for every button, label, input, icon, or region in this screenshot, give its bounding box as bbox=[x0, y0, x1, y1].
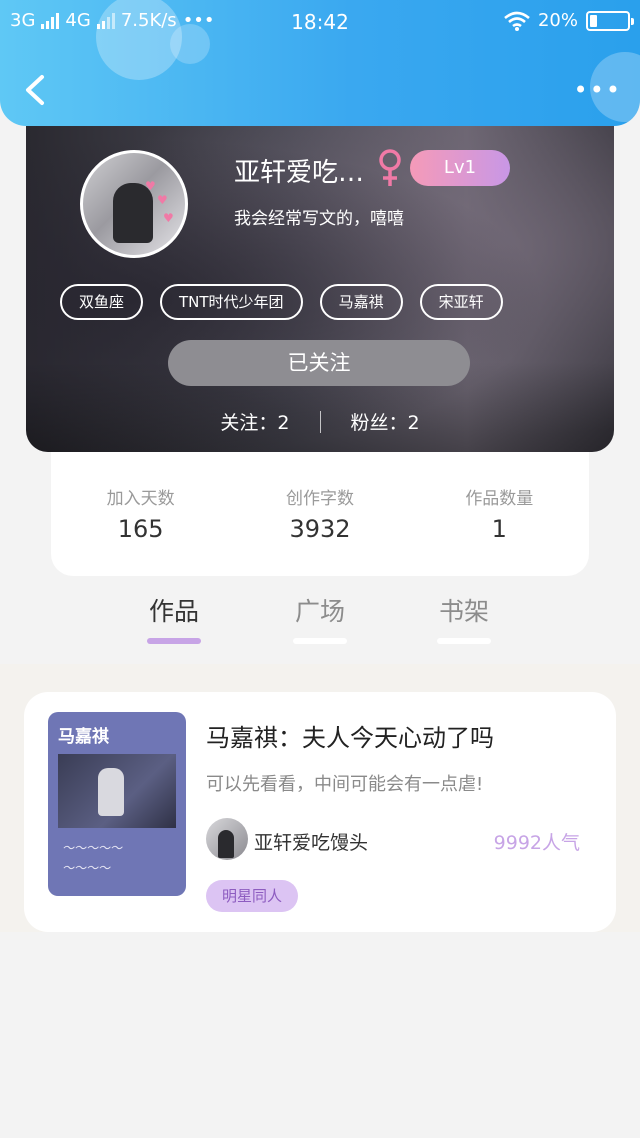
stat-word-count: 创作字数 3932 bbox=[230, 452, 409, 576]
tab-works[interactable]: 作品 bbox=[134, 592, 214, 644]
header: 3G 4G 7.5K/s ••• 18:42 20% ••• bbox=[0, 0, 640, 126]
work-description: 可以先看看，中间可能会有一点虐! bbox=[206, 774, 484, 795]
female-icon bbox=[379, 149, 401, 186]
battery-percent: 20% bbox=[537, 10, 578, 31]
stats-card: 加入天数 165 创作字数 3932 作品数量 1 bbox=[51, 452, 589, 576]
wifi-icon bbox=[504, 11, 530, 31]
tab-indicator bbox=[437, 638, 491, 644]
tab-label: 书架 bbox=[438, 597, 489, 626]
author-name[interactable]: 亚轩爱吃馒头 bbox=[254, 828, 368, 855]
stat-work-count: 作品数量 1 bbox=[410, 452, 589, 576]
chevron-left-icon[interactable] bbox=[22, 74, 48, 106]
book-cover[interactable]: 马嘉祺 ～～～～～ ～～～～ bbox=[48, 712, 186, 896]
cover-script: ～～～～～ ～～～～ bbox=[62, 841, 123, 875]
nav-bar: ••• bbox=[0, 60, 640, 120]
tab-indicator bbox=[293, 638, 347, 644]
stat-label: 加入天数 bbox=[106, 489, 175, 509]
stat-label: 作品数量 bbox=[465, 489, 534, 509]
category-tag[interactable]: 明星同人 bbox=[206, 880, 299, 912]
tab-bar: 作品 广场 书架 bbox=[0, 592, 640, 662]
level-badge: Lv1 bbox=[410, 150, 510, 186]
tag-list: 双鱼座 TNT时代少年团 马嘉祺 宋亚轩 bbox=[60, 284, 503, 320]
stat-value: 165 bbox=[117, 515, 164, 543]
followers-count[interactable]: 粉丝：2 bbox=[351, 408, 420, 435]
stat-value: 1 bbox=[491, 515, 507, 543]
cover-photo bbox=[58, 754, 176, 828]
profile-card: ♥ ♥ ♥ 亚轩爱吃… Lv1 我会经常写文的，嘻嘻 双鱼座 TNT时代少年团 … bbox=[26, 110, 614, 452]
battery-fill bbox=[590, 14, 598, 27]
status-bar: 3G 4G 7.5K/s ••• 18:42 20% bbox=[0, 0, 640, 44]
tab-label: 广场 bbox=[294, 597, 345, 626]
tag-item[interactable]: 双鱼座 bbox=[60, 284, 144, 320]
stat-value: 3932 bbox=[289, 515, 351, 543]
stat-label: 创作字数 bbox=[285, 489, 354, 509]
work-title[interactable]: 马嘉祺：夫人今天心动了吗 bbox=[206, 718, 494, 753]
follow-button[interactable]: 已关注 bbox=[168, 340, 470, 386]
author-avatar[interactable] bbox=[206, 818, 248, 860]
tab-label: 作品 bbox=[148, 597, 199, 626]
tag-item[interactable]: 宋亚轩 bbox=[419, 284, 503, 320]
tab-indicator bbox=[147, 638, 201, 644]
work-card[interactable]: 马嘉祺 ～～～～～ ～～～～ 马嘉祺：夫人今天心动了吗 可以先看看，中间可能会有一… bbox=[24, 692, 616, 932]
nickname: 亚轩爱吃… bbox=[234, 158, 365, 188]
avatar[interactable]: ♥ ♥ ♥ bbox=[80, 150, 188, 258]
more-dots-icon[interactable]: ••• bbox=[574, 78, 622, 102]
tab-bookshelf[interactable]: 书架 bbox=[424, 592, 504, 644]
tab-square[interactable]: 广场 bbox=[280, 592, 360, 644]
tag-item[interactable]: TNT时代少年团 bbox=[160, 284, 303, 320]
cover-title: 马嘉祺 bbox=[58, 727, 109, 747]
bio: 我会经常写文的，嘻嘻 bbox=[234, 209, 404, 229]
following-count[interactable]: 关注：2 bbox=[220, 408, 289, 435]
follow-counts: 关注：2 粉丝：2 bbox=[26, 408, 614, 435]
tag-item[interactable]: 马嘉祺 bbox=[319, 284, 403, 320]
stat-join-days: 加入天数 165 bbox=[51, 452, 230, 576]
popularity-count: 9992人气 bbox=[493, 832, 580, 854]
divider bbox=[319, 410, 321, 433]
battery-icon bbox=[586, 10, 634, 31]
